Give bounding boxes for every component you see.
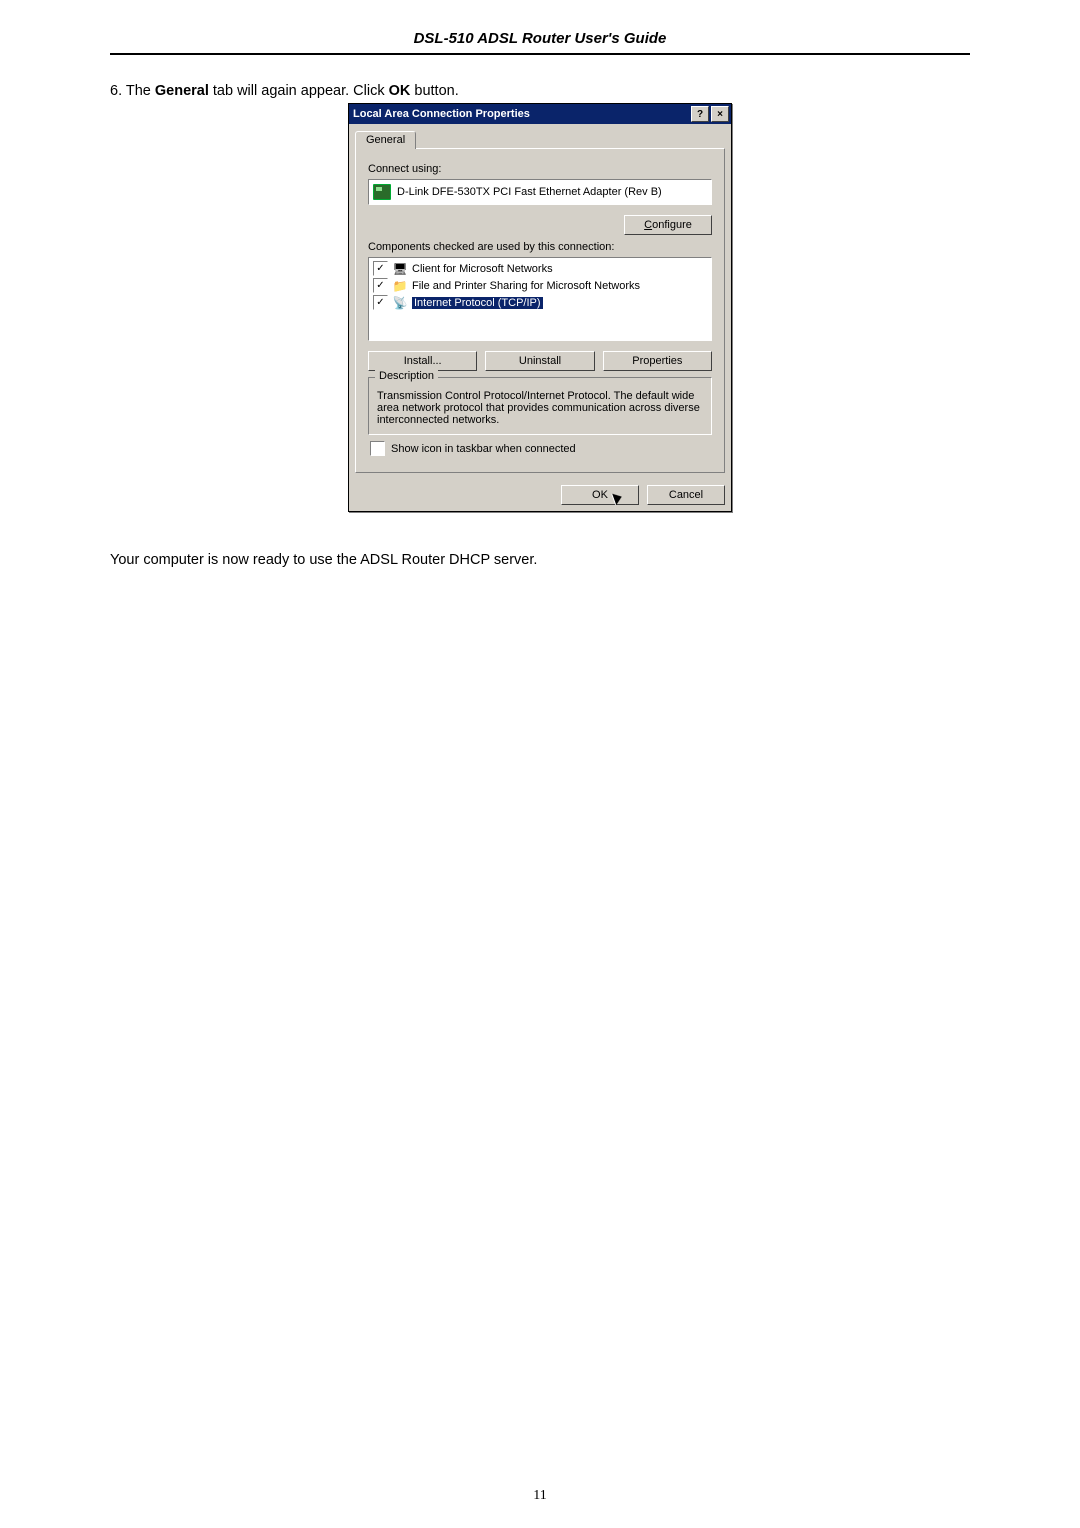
closing-text: Your computer is now ready to use the AD… — [110, 552, 970, 568]
header-rule — [110, 53, 970, 55]
instr-bold-ok: OK — [389, 83, 411, 99]
list-item[interactable]: 📡 Internet Protocol (TCP/IP) — [371, 294, 709, 311]
adapter-name: D-Link DFE-530TX PCI Fast Ethernet Adapt… — [397, 186, 662, 198]
dialog-title: Local Area Connection Properties — [353, 108, 530, 120]
share-icon: 📁 — [392, 279, 408, 293]
uninstall-button[interactable]: Uninstall — [485, 351, 594, 371]
component-label-selected: Internet Protocol (TCP/IP) — [412, 297, 543, 309]
page-header-title: DSL-510 ADSL Router User's Guide — [110, 30, 970, 53]
tab-strip: General — [349, 124, 731, 148]
client-icon: 🖥 — [392, 262, 408, 276]
nic-icon — [373, 184, 391, 200]
adapter-field: D-Link DFE-530TX PCI Fast Ethernet Adapt… — [368, 179, 712, 205]
ok-button[interactable]: OK — [561, 485, 639, 505]
components-label: Components checked are used by this conn… — [368, 241, 712, 253]
protocol-icon: 📡 — [392, 296, 408, 310]
description-groupbox: Description Transmission Control Protoco… — [368, 377, 712, 435]
close-button[interactable]: × — [711, 106, 729, 122]
show-icon-checkbox[interactable] — [370, 441, 385, 456]
show-icon-row[interactable]: Show icon in taskbar when connected — [370, 441, 710, 456]
configure-label: onfigure — [652, 219, 692, 231]
cancel-button[interactable]: Cancel — [647, 485, 725, 505]
instr-suffix: button. — [410, 83, 458, 99]
components-listbox[interactable]: 🖥 Client for Microsoft Networks 📁 File a… — [368, 257, 712, 341]
properties-button[interactable]: Properties — [603, 351, 712, 371]
connect-using-label: Connect using: — [368, 163, 712, 175]
description-legend: Description — [375, 370, 438, 382]
install-button[interactable]: Install... — [368, 351, 477, 371]
list-item[interactable]: 🖥 Client for Microsoft Networks — [371, 260, 709, 277]
component-label: File and Printer Sharing for Microsoft N… — [412, 280, 640, 292]
show-icon-label: Show icon in taskbar when connected — [391, 443, 576, 455]
configure-button[interactable]: Configure — [624, 215, 712, 235]
properties-dialog: Local Area Connection Properties ? × Gen… — [348, 103, 732, 512]
page-number: 11 — [0, 1488, 1080, 1504]
tab-panel-general: Connect using: D-Link DFE-530TX PCI Fast… — [355, 148, 725, 473]
tab-general[interactable]: General — [355, 131, 416, 149]
list-item[interactable]: 📁 File and Printer Sharing for Microsoft… — [371, 277, 709, 294]
instr-prefix: 6. The — [110, 83, 155, 99]
help-button[interactable]: ? — [691, 106, 709, 122]
checkbox-icon[interactable] — [373, 261, 388, 276]
description-text: Transmission Control Protocol/Internet P… — [377, 390, 703, 426]
instr-mid: tab will again appear. Click — [209, 83, 389, 99]
checkbox-icon[interactable] — [373, 295, 388, 310]
dialog-titlebar: Local Area Connection Properties ? × — [349, 104, 731, 124]
instr-bold-general: General — [155, 83, 209, 99]
component-label: Client for Microsoft Networks — [412, 263, 553, 275]
step-instruction: 6. The General tab will again appear. Cl… — [110, 83, 970, 99]
checkbox-icon[interactable] — [373, 278, 388, 293]
